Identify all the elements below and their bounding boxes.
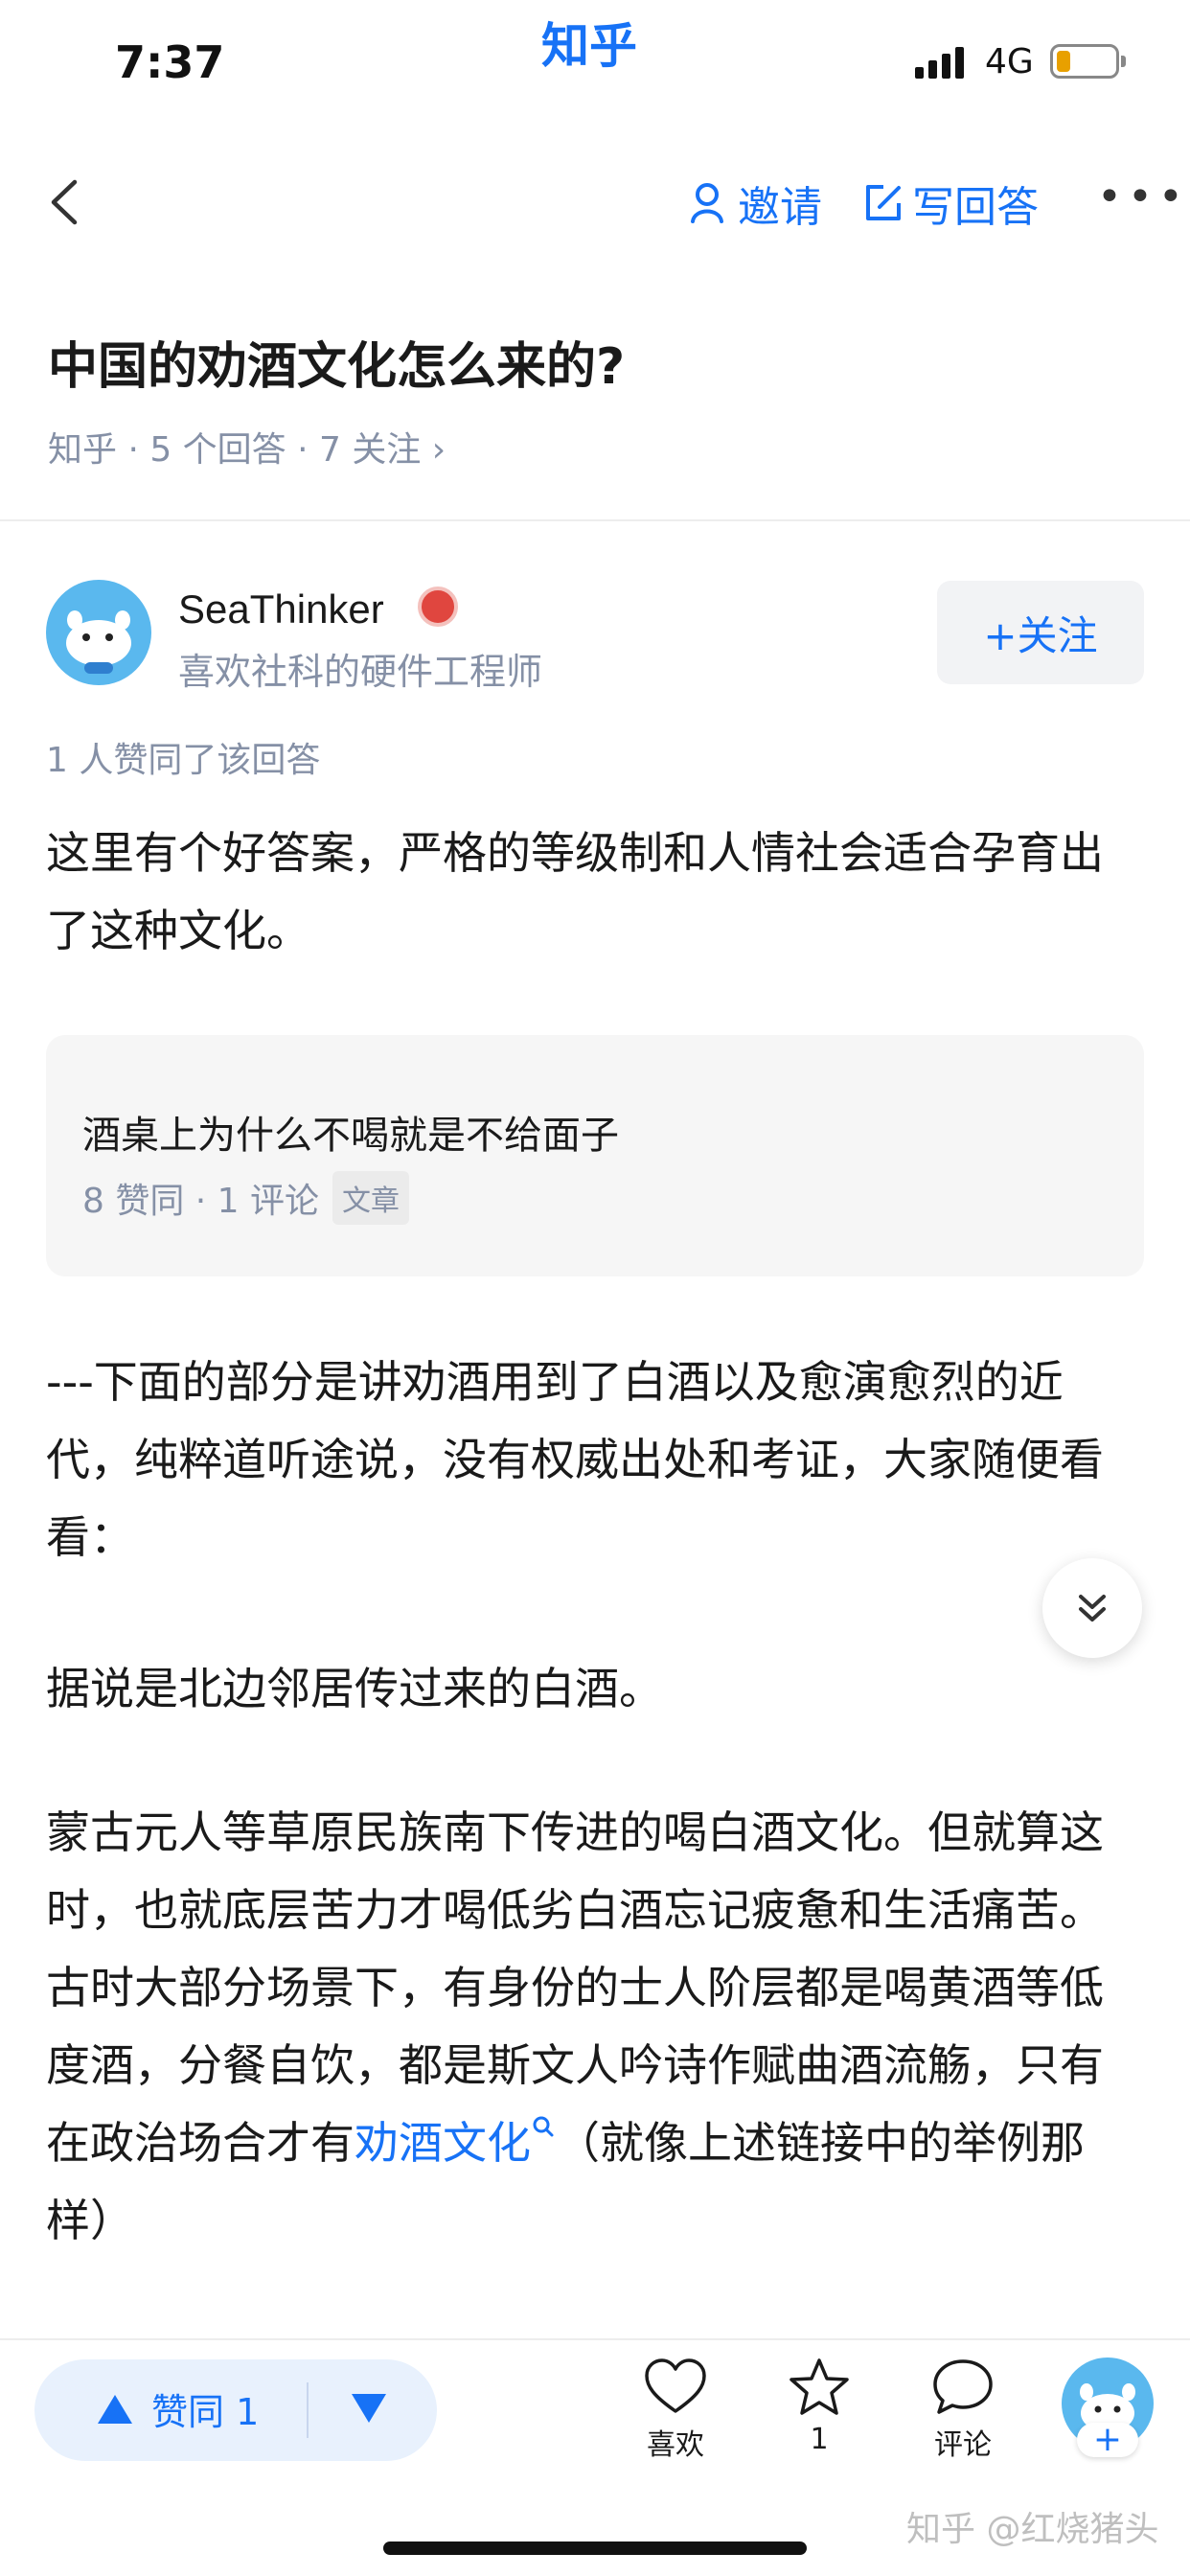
add-button[interactable]: + [1077,2423,1138,2457]
chevron-down-icon [1079,1595,1106,1622]
question-meta[interactable]: 知乎 · 5 个回答 · 7 关注 › [48,422,446,472]
comment-label: 评论 [934,2428,992,2462]
write-answer-label: 写回答 [912,183,1039,232]
heart-icon [645,2358,706,2413]
watermark: 知乎 @红烧猪头 [906,2510,1159,2549]
scroll-next-button[interactable] [1042,1558,1142,1658]
star-icon [790,2358,849,2415]
author-bio: 喜欢社科的硬件工程师 [178,651,543,693]
edit-icon [866,185,901,220]
back-icon[interactable] [46,178,84,226]
follow-button[interactable]: +关注 [937,581,1144,684]
answer-paragraph-1: 这里有个好答案，严格的等级制和人情社会适合孕育出了这种文化。 [46,827,1104,956]
upvote-button[interactable]: 赞同 1 [96,2382,259,2435]
like-button[interactable]: 喜欢 [623,2358,728,2463]
write-answer-button[interactable]: 写回答 [862,172,1039,234]
invite-button[interactable]: 邀请 [690,172,822,234]
more-icon[interactable]: ••• [1097,172,1189,221]
question-title[interactable]: 中国的劝酒文化怎么来的? [48,326,625,398]
badge-icon [418,586,458,627]
avatar[interactable] [46,580,151,685]
upvote-label: 赞同 1 [151,2391,260,2433]
bottom-divider [0,2338,1190,2340]
comment-icon [933,2359,993,2414]
app-logo: 知乎 [541,18,637,74]
keyword-link[interactable]: 劝酒文化 [355,2117,531,2169]
article-card-stats: 8 赞同 · 1 评论 [82,1182,320,1221]
article-card-meta: 8 赞同 · 1 评论 文章 [82,1171,410,1225]
favorite-button[interactable]: 1 [767,2358,872,2456]
paragraph-text: 蒙古元人等草原民族南下传进的喝白酒文化。但就算这时，也就底层苦力才喝低劣白酒忘记… [46,1806,1104,2169]
divider [0,519,1190,521]
comment-button[interactable]: 评论 [910,2358,1016,2463]
like-label: 喜欢 [647,2428,704,2462]
upvote-note: 1 人赞同了该回答 [46,741,321,780]
home-indicator[interactable] [383,2542,807,2555]
search-icon [533,2116,554,2137]
signal-icon [915,46,967,79]
answer-paragraph-2: ---下面的部分是讲劝酒用到了白酒以及愈演愈烈的近代，纯粹道听途说，没有权威出处… [46,1356,1104,1563]
network-type: 4G [985,42,1034,81]
article-card-title[interactable]: 酒桌上为什么不喝就是不给面子 [82,1104,619,1160]
downvote-button[interactable] [350,2392,388,2425]
answer-paragraph-4: 蒙古元人等草原民族南下传进的喝白酒文化。但就算这时，也就底层苦力才喝低劣白酒忘记… [46,1794,1144,2260]
status-time: 7:37 [115,36,225,88]
invite-label: 邀请 [738,183,822,232]
favorite-count: 1 [810,2423,829,2456]
battery-icon [1050,44,1126,79]
invite-icon [691,183,723,223]
article-tag: 文章 [332,1171,410,1225]
triangle-up-icon [98,2394,132,2424]
vote-separator [307,2382,309,2438]
answer-paragraph-3: 据说是北边邻居传过来的白酒。 [46,1663,663,1714]
author-name[interactable]: SeaThinker [178,586,384,632]
